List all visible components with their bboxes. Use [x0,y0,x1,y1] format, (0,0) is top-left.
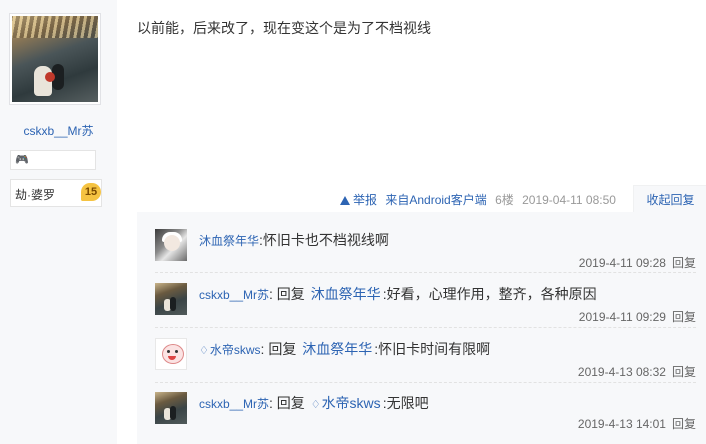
author-badge[interactable]: 🎮 [10,150,96,170]
reply-meta: 2019-4-11 09:29 回复 [579,308,696,325]
reply-text-line: ♢水帝skws: 回复 沐血祭年华:怀旧卡时间有限啊 [199,341,491,357]
reply-button[interactable]: 回复 [672,310,696,324]
reply-text-line: 沐血祭年华:怀旧卡也不档视线啊 [199,232,389,248]
reply-content: 无限吧 [386,395,429,411]
reply-text-line: cskxb__Mr苏: 回复 ♢水帝skws:无限吧 [199,395,429,411]
reply-word: 回复 [276,286,305,302]
warning-icon [340,196,350,205]
reply-avatar[interactable] [155,338,187,370]
reply-avatar[interactable] [155,392,187,424]
reply-text-line: cskxb__Mr苏: 回复 沐血祭年华:好看，心理作用，整齐，各种原因 [199,286,597,302]
reply-meta: 2019-4-13 14:01 回复 [578,415,696,432]
author-avatar[interactable] [9,13,101,105]
reply-button[interactable]: 回复 [672,417,696,431]
reply-time: 2019-4-11 09:29 [578,310,666,324]
vip-diamond-icon: ♢ [310,399,321,411]
game-badge-icon: 🎮 [15,154,29,166]
post-tail: 举报 来自Android客户端 6楼 2019-04-11 08:50 [340,191,621,208]
reply-word: 回复 [268,341,297,357]
author-sidebar: cskxb__Mr苏 🎮 劫·婆罗 15 [0,0,117,444]
reply-avatar[interactable] [155,229,187,261]
collapse-replies-button[interactable]: 收起回复 [633,185,706,215]
reply-button[interactable]: 回复 [672,256,696,270]
reply-content: 怀旧卡时间有限啊 [378,341,491,357]
reply-panel: 沐血祭年华:怀旧卡也不档视线啊 2019-4-11 09:28 回复 cskxb_… [137,212,706,444]
reply-user[interactable]: 沐血祭年华 [199,234,259,248]
reply-mention[interactable]: ♢水帝skws [311,395,381,411]
reply-time: 2019-4-11 09:28 [578,256,666,270]
post-time: 2019-04-11 08:50 [522,193,616,207]
reply-meta: 2019-4-13 08:32 回复 [578,363,696,380]
reply-word: 回复 [276,395,305,411]
post-client[interactable]: 来自Android客户端 [385,193,486,207]
reply-time: 2019-4-13 14:01 [577,417,666,431]
reply-meta: 2019-4-11 09:28 回复 [579,254,696,271]
reply-user[interactable]: cskxb__Mr苏 [199,288,269,302]
reply-content: 怀旧卡也不档视线啊 [262,232,389,248]
reply-content: 好看，心理作用，整齐，各种原因 [386,286,597,302]
reply-button[interactable]: 回复 [672,365,696,379]
author-level[interactable]: 劫·婆罗 15 [10,179,102,207]
post-floor: 6楼 [495,193,514,207]
reply-mention[interactable]: 沐血祭年华 [311,286,381,302]
reply-avatar[interactable] [155,283,187,315]
author-username[interactable]: cskxb__Mr苏 [0,122,117,139]
vip-diamond-icon: ♢ [199,345,209,357]
level-name: 劫·婆罗 [15,188,55,202]
post-content: 以前能，后来改了，现在变这个是为了不档视线 [137,20,431,36]
level-number-badge: 15 [81,183,101,201]
report-link[interactable]: 举报 [340,193,377,207]
reply-user[interactable]: 水帝skws [210,343,261,357]
avatar-image [12,16,98,102]
reply-user[interactable]: cskxb__Mr苏 [199,397,269,411]
reply-mention[interactable]: 沐血祭年华 [302,341,372,357]
reply-time: 2019-4-13 08:32 [577,365,666,379]
